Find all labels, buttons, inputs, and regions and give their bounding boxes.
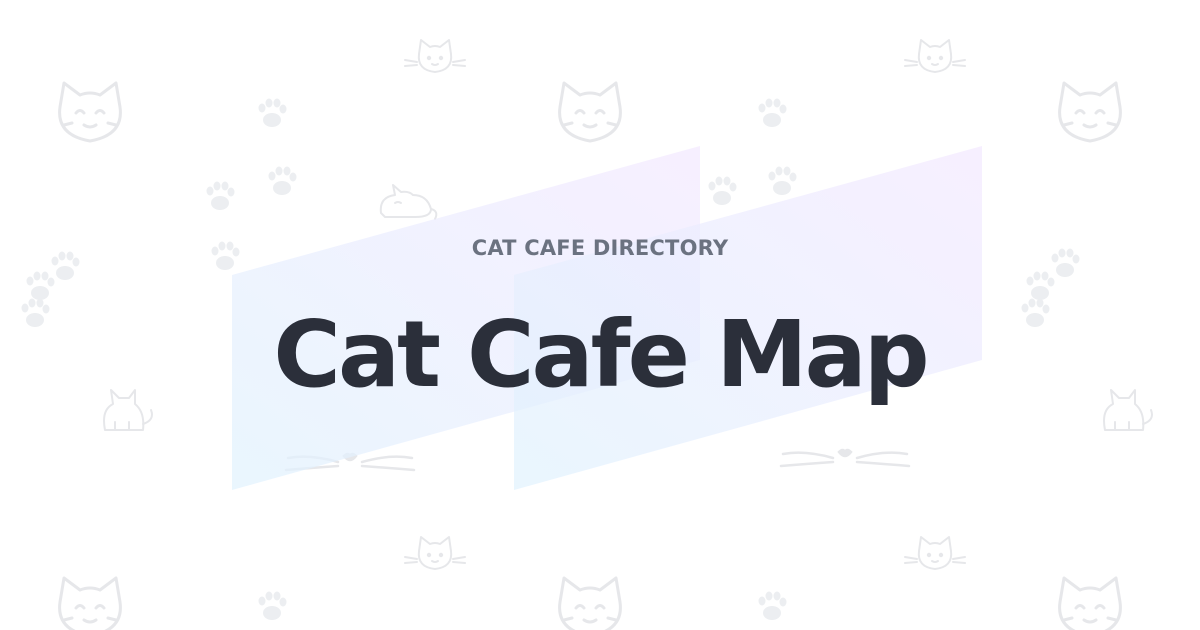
page-title: Cat Cafe Map — [273, 301, 929, 408]
og-card: CAT CAFE DIRECTORY Cat Cafe Map — [0, 0, 1200, 630]
eyebrow-label: CAT CAFE DIRECTORY — [471, 236, 729, 260]
